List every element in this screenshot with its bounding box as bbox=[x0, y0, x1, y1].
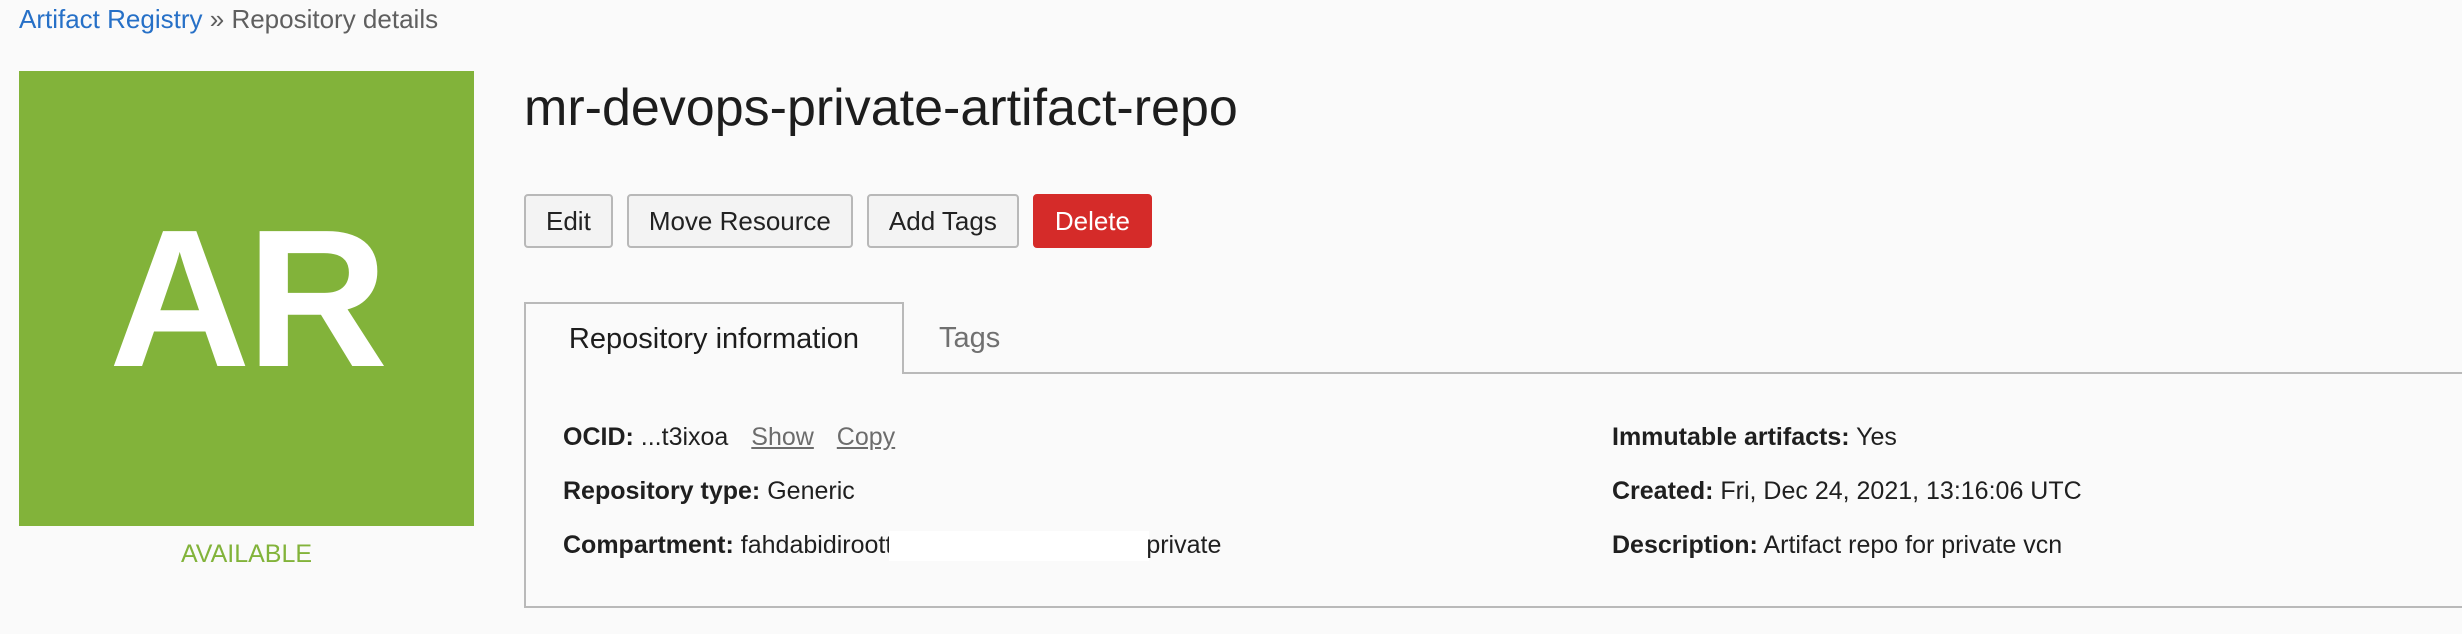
edit-button[interactable]: Edit bbox=[524, 194, 613, 248]
breadcrumb-separator: » bbox=[209, 4, 225, 34]
badge-initials: AR bbox=[108, 188, 388, 408]
ocid-label: OCID: bbox=[563, 423, 634, 451]
action-toolbar: Edit Move Resource Add Tags Delete bbox=[524, 194, 1152, 248]
tab-repository-information[interactable]: Repository information bbox=[524, 302, 904, 374]
tab-bar: Repository information Tags bbox=[524, 302, 2462, 374]
ocid-field: OCID: ...t3ixoa Show Copy bbox=[563, 422, 895, 452]
description-value: Artifact repo for private vcn bbox=[1763, 531, 2063, 559]
add-tags-button[interactable]: Add Tags bbox=[866, 194, 1019, 248]
compartment-field: Compartment: fahdabidiroott private bbox=[563, 530, 1222, 562]
move-resource-button[interactable]: Move Resource bbox=[626, 194, 853, 248]
compartment-value-prefix: fahdabidiroott bbox=[740, 531, 893, 559]
repository-type-field: Repository type: Generic bbox=[563, 476, 855, 506]
breadcrumb-artifact-registry-link[interactable]: Artifact Registry bbox=[19, 4, 203, 34]
compartment-value[interactable]: fahdabidiroott private bbox=[740, 531, 1222, 562]
immutable-artifacts-value: Yes bbox=[1856, 423, 1897, 451]
resource-badge: AR bbox=[19, 71, 474, 526]
delete-button[interactable]: Delete bbox=[1032, 194, 1152, 248]
tab-tags[interactable]: Tags bbox=[939, 302, 1000, 374]
immutable-artifacts-field: Immutable artifacts: Yes bbox=[1612, 422, 1897, 452]
created-label: Created: bbox=[1612, 477, 1714, 505]
repository-type-label: Repository type: bbox=[563, 477, 761, 505]
compartment-value-suffix: private bbox=[1146, 531, 1222, 559]
page-title: mr-devops-private-artifact-repo bbox=[524, 79, 1238, 137]
repository-type-value: Generic bbox=[767, 477, 855, 505]
status-badge: AVAILABLE bbox=[180, 540, 313, 568]
immutable-artifacts-label: Immutable artifacts: bbox=[1612, 423, 1850, 451]
description-field: Description: Artifact repo for private v… bbox=[1612, 530, 2062, 560]
ocid-value: ...t3ixoa bbox=[640, 423, 729, 451]
created-field: Created: Fri, Dec 24, 2021, 13:16:06 UTC bbox=[1612, 476, 2082, 506]
description-label: Description: bbox=[1612, 531, 1758, 559]
breadcrumb-current: Repository details bbox=[231, 4, 439, 34]
compartment-label: Compartment: bbox=[563, 531, 734, 559]
created-value: Fri, Dec 24, 2021, 13:16:06 UTC bbox=[1720, 477, 2082, 505]
ocid-copy-link[interactable]: Copy bbox=[837, 423, 895, 451]
breadcrumb: Artifact Registry » Repository details bbox=[19, 4, 438, 34]
redaction-mask bbox=[889, 531, 1150, 562]
ocid-show-link[interactable]: Show bbox=[751, 423, 814, 451]
